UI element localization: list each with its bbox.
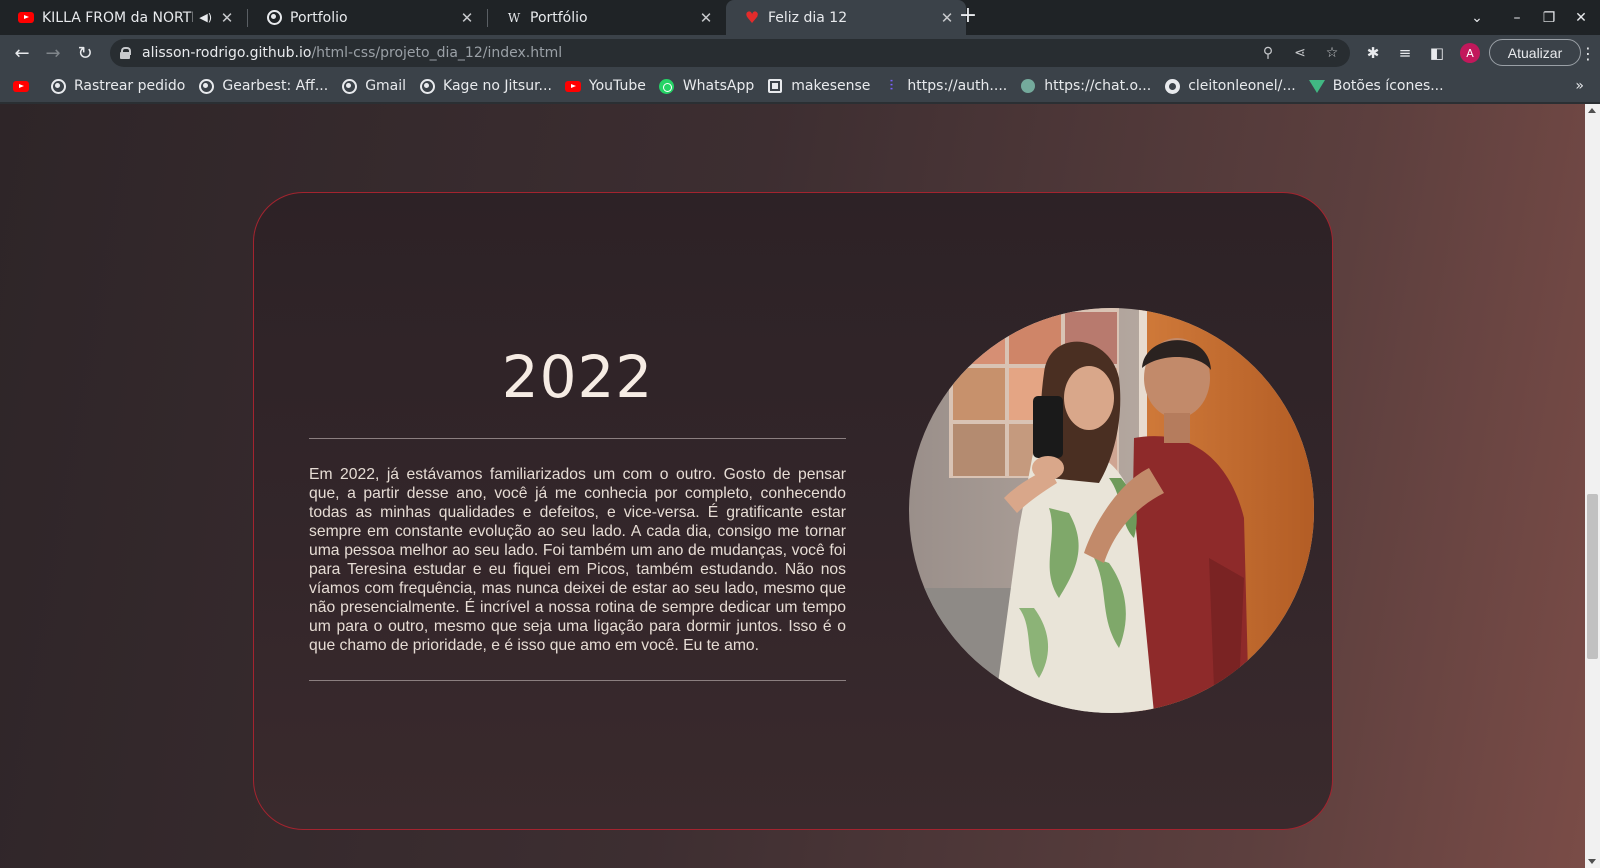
minimize-icon[interactable]: – (1502, 0, 1532, 35)
address-bar[interactable]: alisson-rodrigo.github.io/html-css/proje… (110, 39, 1350, 67)
tab-strip: KILLA FROM da NORTH ◀) ✕ Portfolio ✕ W P… (0, 0, 1600, 35)
new-tab-button[interactable]: + (956, 5, 980, 29)
bookmark-gmail[interactable]: Gmail (341, 78, 406, 94)
vue-icon (1308, 78, 1325, 94)
tab-portfolio[interactable]: Portfolio ✕ (248, 0, 486, 35)
speaker-icon[interactable]: ◀) (199, 11, 212, 24)
tab-feliz-dia-12[interactable]: ♥ Feliz dia 12 ✕ (726, 0, 966, 35)
tab-title: Feliz dia 12 (768, 9, 848, 26)
bookmark-label: Gearbest: Aff... (222, 78, 329, 94)
bookmark-label: YouTube (588, 78, 646, 94)
bookmark-botoes-icones[interactable]: Botões ícones... (1308, 78, 1444, 94)
side-panel-icon[interactable]: ◧ (1426, 42, 1448, 64)
scrollbar-thumb[interactable] (1587, 494, 1598, 659)
globe-icon (266, 10, 282, 26)
story-card: 2022 Em 2022, já estávamos familiarizado… (253, 192, 1333, 830)
story-paragraph: Em 2022, já estávamos familiarizados um … (309, 466, 846, 654)
bookmark-label: Botões ícones... (1332, 78, 1444, 94)
bookmark-chat[interactable]: https://chat.o... (1020, 78, 1151, 94)
close-icon[interactable]: ✕ (458, 9, 476, 27)
close-window-icon[interactable]: ✕ (1566, 0, 1596, 35)
scroll-down-arrow-icon[interactable] (1588, 859, 1596, 864)
tab-search-icon[interactable]: ⌄ (1462, 0, 1492, 35)
couple-photo-illustration (909, 308, 1314, 713)
profile-avatar[interactable]: A (1460, 43, 1480, 63)
vertical-scrollbar[interactable] (1585, 104, 1600, 868)
scroll-up-arrow-icon[interactable] (1588, 108, 1596, 113)
bookmarks-bar: Rastrear pedido Gearbest: Aff... Gmail K… (0, 70, 1600, 103)
auth-icon: ⫶ (889, 78, 894, 94)
tab-portfolio-2[interactable]: W Portfólio ✕ (488, 0, 725, 35)
bookmark-youtube-short[interactable] (13, 78, 37, 94)
tab-title: Portfólio (530, 9, 588, 26)
bookmark-github[interactable]: cleitonleonel/... (1164, 78, 1296, 94)
bookmark-label: Gmail (365, 78, 407, 94)
bookmark-label: Rastrear pedido (74, 78, 186, 94)
back-arrow-icon[interactable]: ← (9, 40, 35, 66)
tab-title: KILLA FROM da NORTH (42, 9, 194, 26)
update-button[interactable]: Atualizar (1489, 39, 1581, 66)
restore-icon[interactable]: ❐ (1534, 0, 1564, 35)
bookmark-youtube[interactable]: YouTube (564, 78, 646, 94)
url-host: alisson-rodrigo.github.io (142, 45, 312, 61)
kebab-menu-icon[interactable]: ⋮ (1580, 42, 1596, 64)
tab-youtube-music[interactable]: KILLA FROM da NORTH ◀) ✕ (0, 0, 246, 35)
heart-icon: ♥ (744, 7, 760, 27)
globe-icon (341, 78, 357, 94)
youtube-icon (13, 78, 29, 94)
media-controls-icon[interactable]: ≡ (1394, 42, 1416, 64)
globe-icon (50, 78, 66, 94)
youtube-icon (564, 78, 581, 94)
close-icon[interactable]: ✕ (218, 9, 236, 27)
bookmark-label: cleitonleonel/... (1188, 78, 1296, 94)
close-icon[interactable]: ✕ (938, 9, 956, 27)
bookmark-label: Kage no Jitsur... (443, 78, 552, 94)
bookmark-auth[interactable]: ⫶ https://auth.... (883, 78, 1008, 94)
page-viewport: 2022 Em 2022, já estávamos familiarizado… (0, 104, 1585, 868)
wikipedia-w-icon: W (507, 10, 521, 25)
makesense-icon (767, 78, 783, 94)
zoom-icon[interactable]: ⚲ (1258, 43, 1278, 63)
chatgpt-icon (1020, 78, 1036, 94)
url-text[interactable]: alisson-rodrigo.github.io/html-css/proje… (142, 45, 562, 61)
divider-bottom (309, 680, 846, 681)
reload-icon[interactable]: ↻ (72, 40, 98, 66)
bookmark-gearbest[interactable]: Gearbest: Aff... (198, 78, 328, 94)
extensions-puzzle-icon[interactable]: ✱ (1362, 42, 1384, 64)
bookmark-rastrear-pedido[interactable]: Rastrear pedido (50, 78, 185, 94)
lock-icon[interactable] (120, 47, 131, 59)
globe-icon (419, 78, 435, 94)
bookmark-label: https://chat.o... (1044, 78, 1152, 94)
bookmark-makesense[interactable]: makesense (767, 78, 870, 94)
bookmark-whatsapp[interactable]: WhatsApp (659, 78, 754, 94)
bookmark-kage-no-jitsu[interactable]: Kage no Jitsur... (419, 78, 552, 94)
globe-icon (198, 78, 214, 94)
divider-top (309, 438, 846, 439)
bookmark-label: https://auth.... (907, 78, 1008, 94)
year-heading: 2022 (501, 343, 654, 411)
share-icon[interactable]: ⋖ (1290, 43, 1310, 63)
close-icon[interactable]: ✕ (697, 9, 715, 27)
bookmark-star-icon[interactable]: ☆ (1322, 43, 1342, 63)
github-icon (1164, 78, 1180, 94)
couple-photo (909, 308, 1314, 713)
url-path: /html-css/projeto_dia_12/index.html (311, 45, 563, 61)
youtube-icon (18, 10, 34, 26)
chevron-double-right-icon[interactable]: » (1575, 78, 1584, 94)
bookmark-label: makesense (791, 78, 871, 94)
bookmark-label: WhatsApp (682, 78, 755, 94)
browser-toolbar: ← → ↻ alisson-rodrigo.github.io/html-css… (0, 35, 1600, 70)
tab-title: Portfolio (290, 9, 348, 26)
forward-arrow-icon[interactable]: → (40, 40, 66, 66)
whatsapp-icon (659, 78, 675, 94)
